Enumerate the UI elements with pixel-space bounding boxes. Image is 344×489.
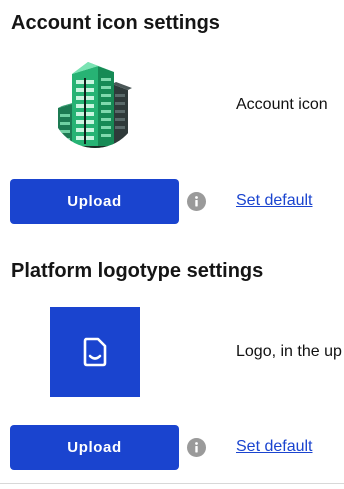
platform-logo-preview xyxy=(50,307,140,397)
platform-logo-set-default-link[interactable]: Set default xyxy=(236,438,313,456)
account-icon-set-default-link[interactable]: Set default xyxy=(236,192,313,210)
info-icon[interactable] xyxy=(187,192,206,211)
platform-logo-upload-button[interactable]: Upload xyxy=(10,425,179,470)
info-icon[interactable] xyxy=(187,438,206,457)
platform-logo-title: Platform logotype settings xyxy=(11,260,264,282)
account-icon-title: Account icon settings xyxy=(11,12,220,34)
divider xyxy=(0,483,344,484)
account-icon-preview xyxy=(50,58,140,148)
document-smile-icon xyxy=(83,337,107,367)
account-icon-description: Account icon xyxy=(236,96,328,113)
account-icon-section: Account icon settings Account icon Uploa… xyxy=(0,0,344,240)
platform-logo-section: Platform logotype settings Logo, in the … xyxy=(0,240,344,489)
platform-logo-description: Logo, in the up xyxy=(236,343,342,360)
building-icon xyxy=(51,60,139,148)
account-icon-upload-button[interactable]: Upload xyxy=(10,179,179,224)
